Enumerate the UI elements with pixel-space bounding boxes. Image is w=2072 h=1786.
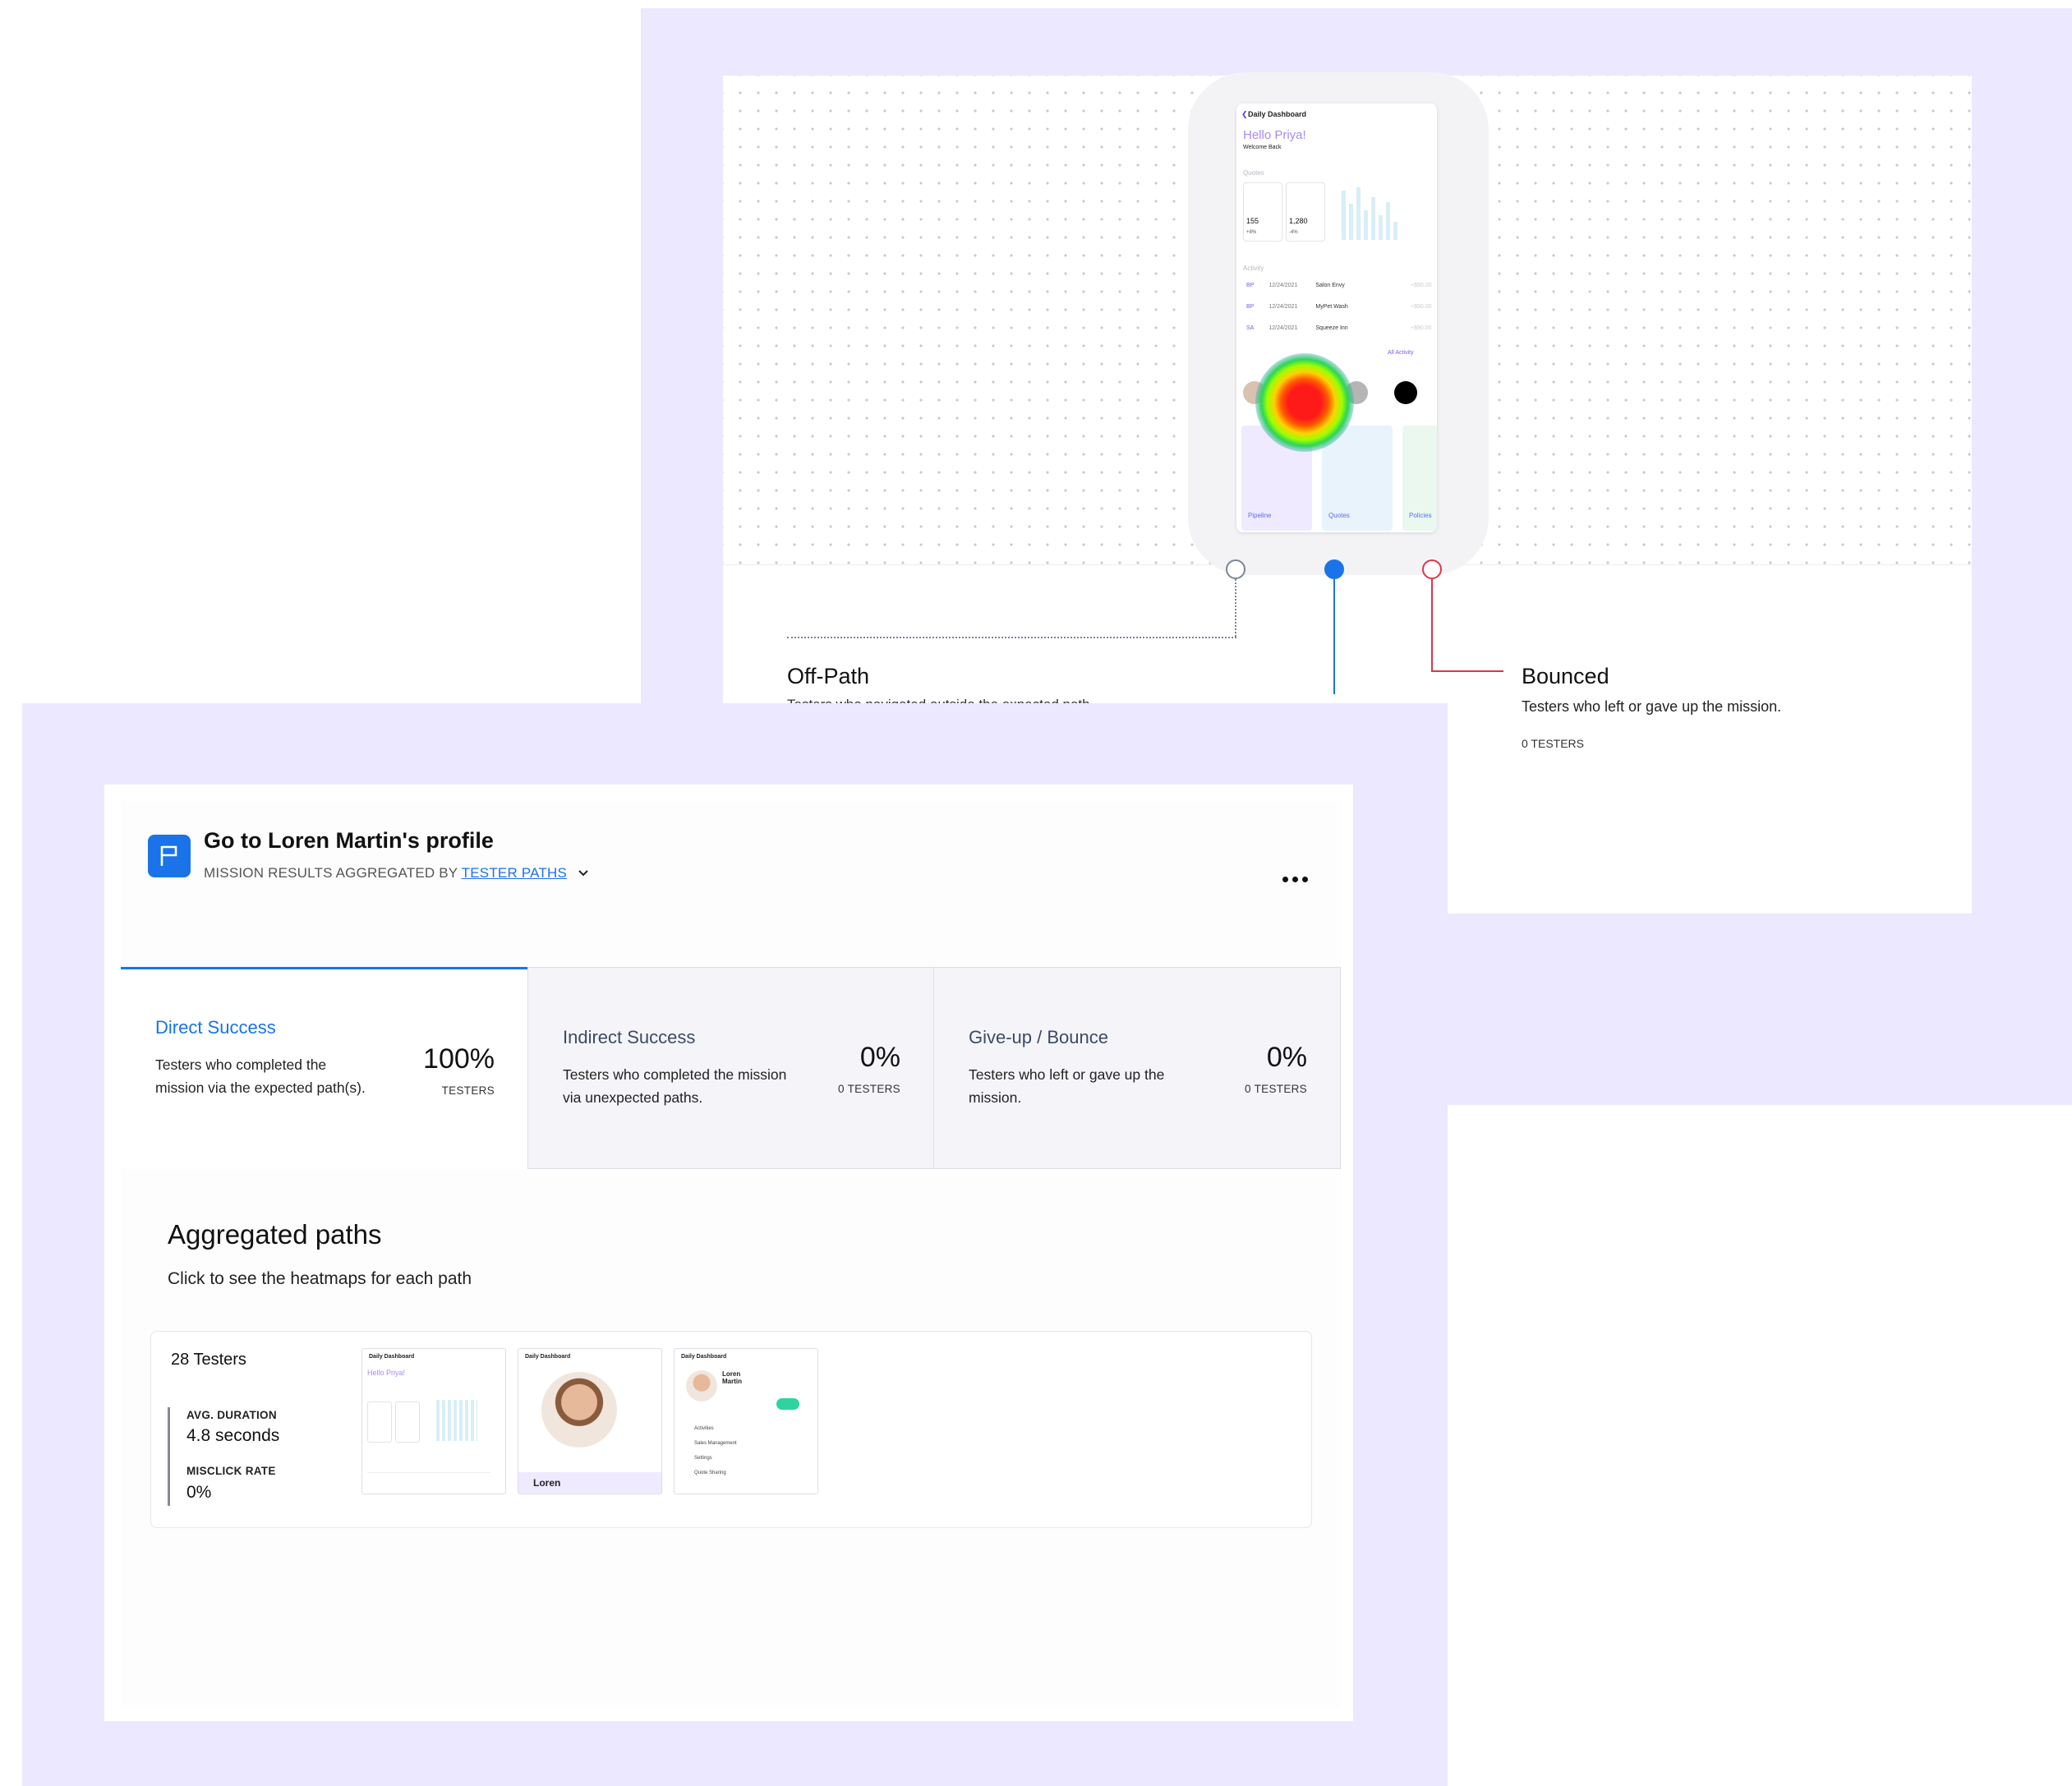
bounced-node[interactable]	[1422, 559, 1442, 579]
bounced-title: Bounced	[1522, 664, 1609, 688]
aggregated-paths-subtitle: Click to see the heatmaps for each path	[168, 1269, 472, 1288]
phone-activity-row: BP 12/24/2021 Salon Envy +$90.00	[1246, 283, 1432, 288]
phone-stat-value: 155	[1246, 217, 1259, 225]
misclick-rate-label: MISCLICK RATE	[186, 1465, 276, 1477]
off-path-node[interactable]	[1226, 559, 1246, 579]
thumbnail-name: Loren Martin	[722, 1370, 742, 1385]
click-heatmap-spot	[1255, 353, 1354, 452]
thumbnail-name: Loren	[533, 1477, 561, 1489]
thumbnail-title: Daily Dashboard	[369, 1354, 415, 1360]
off-path-connector	[1235, 579, 1236, 637]
metrics-divider	[168, 1407, 170, 1506]
thumbnail-title: Daily Dashboard	[681, 1354, 727, 1360]
phone-all-activity-link[interactable]: All Activity	[1388, 350, 1414, 356]
phone-mini-chart	[1342, 182, 1407, 240]
stat-title: Direct Success	[155, 1017, 276, 1038]
tab-indirect-success[interactable]: Indirect Success Testers who completed t…	[527, 967, 934, 1169]
thumbnail-greeting: Hello Priya!	[367, 1369, 406, 1377]
thumbnail-menu-item: Settings	[694, 1456, 712, 1461]
stat-percent: 100%	[423, 1043, 495, 1075]
more-options-button[interactable]	[1277, 867, 1313, 891]
aggregated-paths-title: Aggregated paths	[168, 1219, 382, 1250]
path-screen-thumbnail[interactable]: Daily Dashboard Loren	[518, 1348, 662, 1494]
thumbnail-menu-item: Activities	[694, 1426, 714, 1431]
stat-unit: TESTERS	[441, 1084, 495, 1097]
avg-duration-value: 4.8 seconds	[186, 1426, 280, 1445]
off-path-title: Off-Path	[787, 664, 870, 688]
stat-description: Testers who left or gave up the mission.	[969, 1066, 1165, 1106]
path-testers-count: 28 Testers	[171, 1351, 246, 1369]
back-arrow-icon: ❮	[1241, 110, 1248, 118]
thumbnail-title: Daily Dashboard	[525, 1354, 571, 1360]
phone-welcome: Welcome Back	[1243, 145, 1282, 150]
phone-greeting: Hello Priya!	[1243, 128, 1306, 142]
path-screen-thumbnail[interactable]: Daily Dashboard Loren Martin Activities …	[674, 1348, 818, 1494]
phone-activity-row: SA 12/24/2021 Squeeze Inn +$90.00	[1246, 325, 1432, 331]
stat-description: Testers who completed the mission via un…	[563, 1066, 787, 1106]
phone-activity-label: Activity	[1243, 265, 1264, 272]
toggle-switch[interactable]	[776, 1398, 799, 1410]
avg-duration-label: AVG. DURATION	[186, 1409, 277, 1421]
profile-photo	[686, 1370, 717, 1402]
misclick-rate-value: 0%	[186, 1483, 212, 1502]
phone-add-contact-button[interactable]	[1394, 381, 1417, 404]
phone-quotes-label: Quotes	[1243, 169, 1264, 177]
profile-photo	[541, 1372, 617, 1448]
flag-icon	[148, 835, 191, 877]
phone-stat-change: +8%	[1246, 230, 1257, 235]
phone-stat-value: 1,280	[1289, 217, 1308, 225]
phone-title: Daily Dashboard	[1248, 110, 1307, 118]
phone-activity-row: BP 12/24/2021 MyPet Wash +$90.00	[1246, 304, 1432, 310]
direct-success-connector	[1333, 579, 1335, 694]
bounced-count: 0 TESTERS	[1522, 737, 1584, 750]
stat-percent: 0%	[859, 1042, 900, 1073]
tab-give-up-bounce[interactable]: Give-up / Bounce Testers who left or gav…	[934, 967, 1341, 1169]
bounced-connector	[1431, 670, 1503, 672]
chevron-down-icon[interactable]	[578, 865, 589, 881]
thumbnail-menu-item: Sales Management	[694, 1441, 737, 1446]
off-path-description: Testers who navigated outside the expect…	[787, 697, 1094, 703]
mission-title: Go to Loren Martin's profile	[204, 828, 494, 853]
mission-subtitle-prefix: MISSION RESULTS AGGREGATED BY	[204, 865, 458, 881]
phone-screen-preview[interactable]: ❮ Daily Dashboard Hello Priya! Welcome B…	[1236, 104, 1437, 532]
tab-direct-success[interactable]: Direct Success Testers who completed the…	[121, 967, 527, 1169]
phone-tile-policies[interactable]: Policies	[1402, 426, 1437, 531]
bounced-connector	[1431, 579, 1433, 671]
stat-percent: 0%	[1266, 1042, 1307, 1073]
results-content	[121, 801, 1341, 1709]
path-screen-thumbnail[interactable]: Daily Dashboard Hello Priya!	[361, 1348, 506, 1494]
thumbnail-menu-item: Quote Sharing	[694, 1471, 726, 1475]
tester-paths-link[interactable]: TESTER PATHS	[462, 865, 567, 881]
stat-unit: 0 TESTERS	[838, 1083, 900, 1095]
stat-unit: 0 TESTERS	[1245, 1083, 1307, 1095]
stat-title: Give-up / Bounce	[969, 1027, 1108, 1047]
off-path-connector	[787, 637, 1236, 638]
mission-subtitle: MISSION RESULTS AGGREGATED BY TESTER PAT…	[204, 865, 589, 881]
phone-stat-change: -4%	[1289, 230, 1298, 235]
bounced-description: Testers who left or gave up the mission.	[1522, 698, 1782, 715]
direct-success-node[interactable]	[1324, 559, 1344, 579]
stat-description: Testers who completed the mission via th…	[155, 1056, 366, 1096]
stat-title: Indirect Success	[563, 1027, 696, 1047]
